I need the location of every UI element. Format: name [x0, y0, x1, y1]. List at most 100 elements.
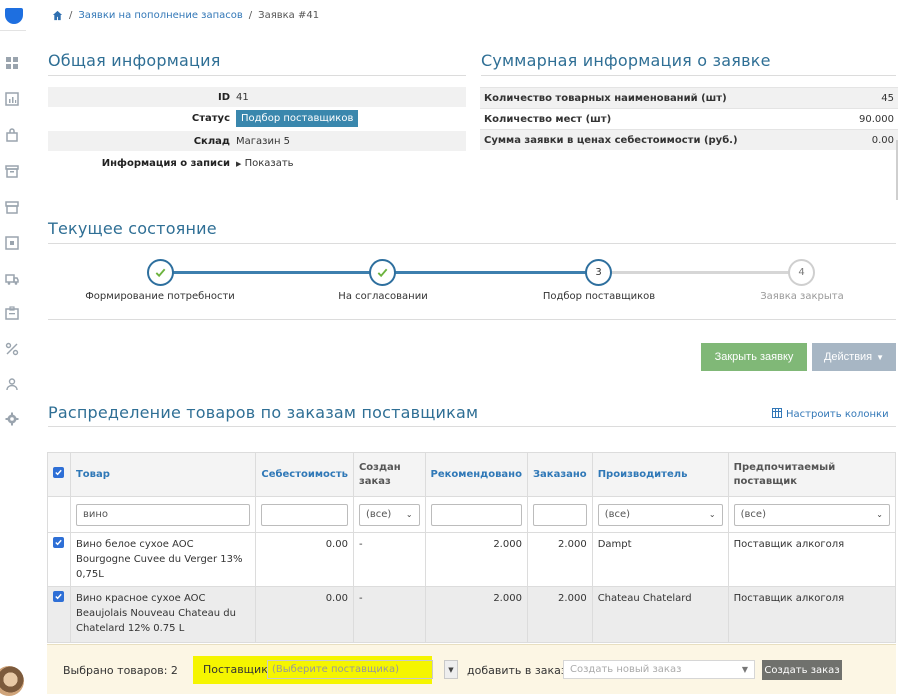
- row-checkbox[interactable]: [53, 591, 64, 602]
- app-logo[interactable]: [5, 8, 23, 24]
- order-filter-value: (все): [365, 509, 392, 520]
- user-icon[interactable]: [4, 377, 20, 391]
- ordered-filter-input[interactable]: [532, 503, 587, 526]
- inventory-icon[interactable]: [4, 236, 20, 250]
- actions-dropdown-button[interactable]: Действия ▼: [812, 343, 896, 371]
- store-icon[interactable]: [4, 200, 20, 214]
- home-icon[interactable]: [52, 10, 63, 21]
- logo-divider: [0, 30, 26, 31]
- summary-row-sum: Сумма заявки в ценах себестоимости (руб.…: [480, 129, 898, 150]
- breadcrumb-link-requests[interactable]: Заявки на пополнение запасов: [78, 10, 242, 21]
- close-request-button[interactable]: Закрыть заявку: [701, 343, 807, 371]
- shopping-bag-icon[interactable]: [4, 128, 20, 142]
- step-4-marker: 4: [788, 259, 815, 286]
- summary-value: 0.00: [871, 134, 894, 146]
- divider: [481, 75, 896, 76]
- breadcrumb-current: Заявка #41: [258, 10, 320, 21]
- step-3-label: Подбор поставщиков: [542, 291, 656, 302]
- supplier-link[interactable]: Поставщик алкоголя: [727, 532, 897, 587]
- row-select-cell: [47, 532, 71, 587]
- cost-filter-input[interactable]: [261, 503, 348, 526]
- sidebar: [0, 0, 26, 700]
- column-header-product[interactable]: Товар: [69, 452, 257, 497]
- selected-count: 2: [170, 664, 178, 677]
- manufacturer-cell: Dampt: [591, 532, 729, 587]
- column-header-recommended[interactable]: Рекомендовано: [424, 452, 528, 497]
- settings-gear-icon[interactable]: [4, 412, 20, 426]
- info-value-id: 41: [236, 91, 249, 103]
- current-state-title: Текущее состояние: [48, 219, 217, 238]
- create-order-button[interactable]: Создать заказ: [762, 660, 842, 680]
- column-header-cost[interactable]: Себестоимость: [255, 452, 354, 497]
- manufacturer-filter-value: (все): [604, 509, 631, 520]
- discount-icon[interactable]: [4, 342, 20, 356]
- caret-down-icon: ▼: [448, 665, 454, 674]
- filter-cell: [424, 496, 528, 533]
- order-select[interactable]: Создать новый заказ ▼: [563, 660, 755, 679]
- supplier-link[interactable]: Поставщик алкоголя: [727, 586, 897, 643]
- add-to-order-label: добавить в заказ: [467, 664, 567, 677]
- caret-right-icon: ▶: [236, 159, 242, 168]
- summary-title: Суммарная информация о заявке: [481, 51, 771, 70]
- table-row[interactable]: Вино красное сухое AOC Beaujolais Nouvea…: [47, 586, 897, 643]
- supplier-dropdown-toggle[interactable]: ▼: [444, 660, 458, 679]
- filter-cell: [47, 496, 71, 533]
- filter-cell: вино: [69, 496, 257, 533]
- info-label: Склад: [193, 135, 230, 147]
- cost-cell: 0.00: [255, 586, 354, 643]
- badge-icon[interactable]: [4, 306, 20, 320]
- column-header-ordered[interactable]: Заказано: [526, 452, 593, 497]
- step-4-label: Заявка закрыта: [760, 291, 844, 302]
- step-2-label: На согласовании: [338, 291, 428, 302]
- product-filter-input[interactable]: вино: [75, 503, 251, 526]
- table-header-row: Товар Себестоимость Создан заказ Рекомен…: [47, 452, 897, 497]
- user-avatar[interactable]: [0, 666, 24, 696]
- info-label: ID: [217, 91, 230, 103]
- supplier-select[interactable]: (Выберите поставщика): [267, 660, 433, 679]
- recommended-cell: 2.000: [424, 532, 528, 587]
- manufacturer-filter-select[interactable]: (все) ⌄: [597, 503, 723, 526]
- recommended-filter-input[interactable]: [430, 503, 522, 526]
- supplier-filter-select[interactable]: (все) ⌄: [733, 503, 890, 526]
- supplier-highlight: Поставщик (Выберите поставщика): [193, 656, 433, 684]
- info-row-id: ID 41: [48, 87, 466, 107]
- ordered-cell: 2.000: [526, 586, 593, 643]
- column-header-manufacturer[interactable]: Производитель: [591, 452, 729, 497]
- scrollbar[interactable]: [896, 140, 898, 200]
- info-label: Статус: [191, 112, 230, 124]
- info-row-warehouse: Склад Магазин 5: [48, 131, 466, 151]
- selected-count-text: Выбрано товаров: 2: [63, 664, 178, 677]
- delivery-truck-icon[interactable]: [4, 272, 20, 286]
- select-all-checkbox[interactable]: [53, 467, 64, 478]
- order-filter-select[interactable]: (все) ⌄: [358, 503, 420, 526]
- warehouse-link[interactable]: Магазин 5: [236, 136, 290, 147]
- filter-cell: [526, 496, 593, 533]
- progress-track-pending: [599, 271, 803, 274]
- step-3-marker: 3: [585, 259, 612, 286]
- select-all-cell: [47, 452, 71, 497]
- summary-label: Количество товарных наименований (шт): [484, 92, 727, 104]
- chevron-down-icon: ⌄: [876, 510, 883, 519]
- configure-columns-link[interactable]: Настроить колонки: [772, 408, 889, 421]
- summary-row-items: Количество товарных наименований (шт) 45: [480, 87, 898, 108]
- column-header-order-created: Создан заказ: [352, 452, 426, 497]
- divider: [48, 426, 896, 427]
- status-badge: Подбор поставщиков: [236, 109, 359, 127]
- reports-icon[interactable]: [4, 92, 20, 106]
- filter-cell: (все) ⌄: [727, 496, 897, 533]
- row-checkbox[interactable]: [53, 537, 64, 548]
- column-header-preferred-supplier: Предпочитаемый поставщик: [727, 452, 897, 497]
- table-row[interactable]: Вино белое сухое AOC Bourgogne Cuvee du …: [47, 532, 897, 587]
- show-record-info-label: Показать: [244, 157, 294, 169]
- dashboard-icon[interactable]: [4, 56, 20, 70]
- distribution-title: Распределение товаров по заказам поставщ…: [48, 403, 479, 422]
- order-cell: -: [352, 586, 426, 643]
- cost-cell: 0.00: [255, 532, 354, 587]
- archive-icon[interactable]: [4, 164, 20, 178]
- show-record-info-link[interactable]: ▶ Показать: [236, 158, 294, 169]
- summary-row-places: Количество мест (шт) 90.000: [480, 108, 898, 129]
- distribution-table: Товар Себестоимость Создан заказ Рекомен…: [47, 452, 897, 643]
- supplier-filter-value: (все): [740, 509, 766, 520]
- breadcrumb-separator: /: [69, 10, 73, 21]
- filter-cell: (все) ⌄: [352, 496, 426, 533]
